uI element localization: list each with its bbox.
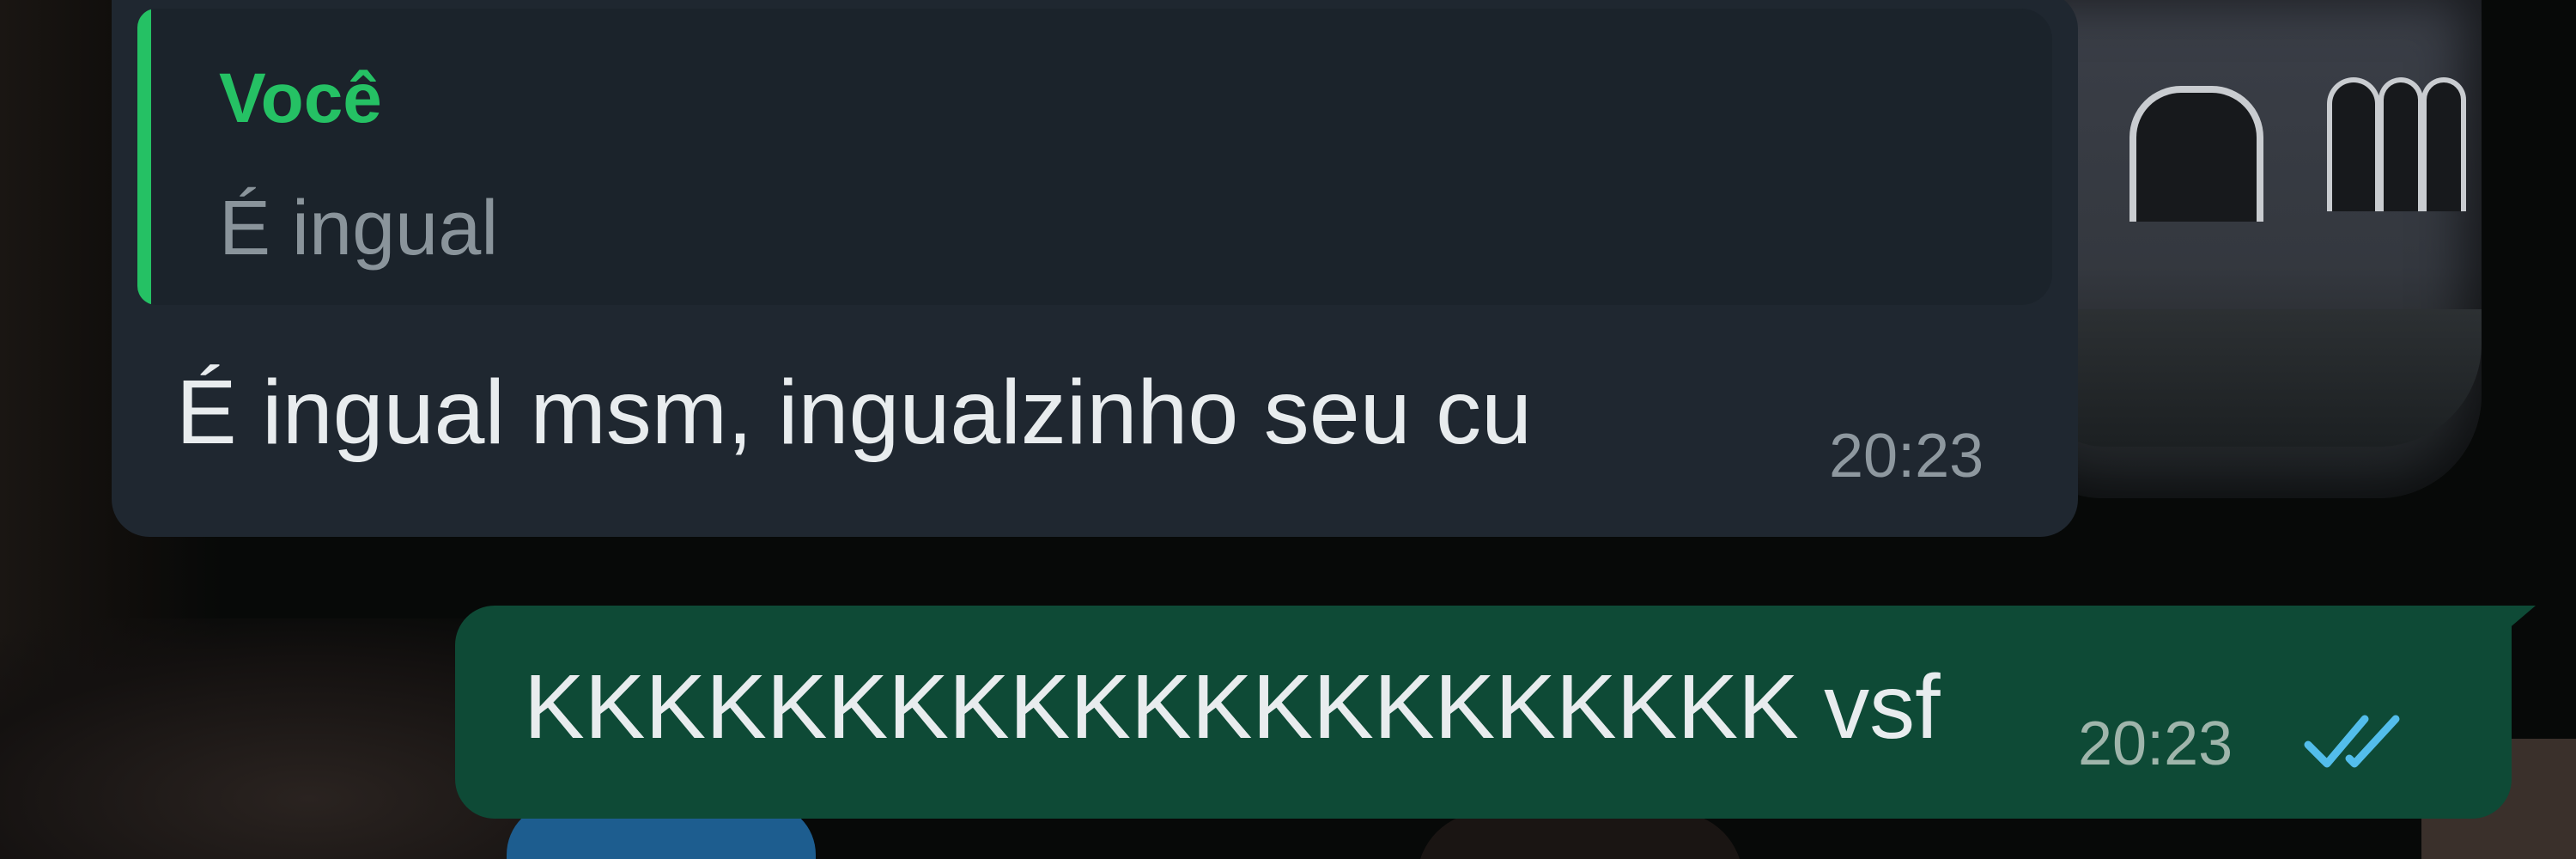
- reply-quote-text: É ingual: [219, 186, 499, 271]
- outgoing-bubble-tail: [2501, 606, 2536, 635]
- chat-screen: Você É ingual É ingual msm, ingualzinho …: [0, 0, 2576, 859]
- incoming-message-time: 20:23: [1829, 422, 1984, 490]
- reply-quote-author: Você: [219, 59, 382, 137]
- outgoing-message-text: KKKKKKKKKKKKKKKKKKKKK vsf: [524, 656, 1941, 758]
- outgoing-message-bubble[interactable]: KKKKKKKKKKKKKKKKKKKKK vsf 20:23: [455, 606, 2536, 819]
- wallpaper-dark-shape: [1417, 812, 1743, 859]
- outgoing-message-time: 20:23: [2078, 710, 2233, 778]
- incoming-message-text: É ingual msm, ingualzinho seu cu: [176, 362, 1533, 463]
- reply-quote[interactable]: Você É ingual: [137, 9, 2052, 305]
- double-check-read-icon: [2304, 715, 2400, 768]
- reply-quote-accent-bar: [137, 9, 151, 305]
- incoming-message-bubble[interactable]: Você É ingual É ingual msm, ingualzinho …: [112, 0, 2078, 537]
